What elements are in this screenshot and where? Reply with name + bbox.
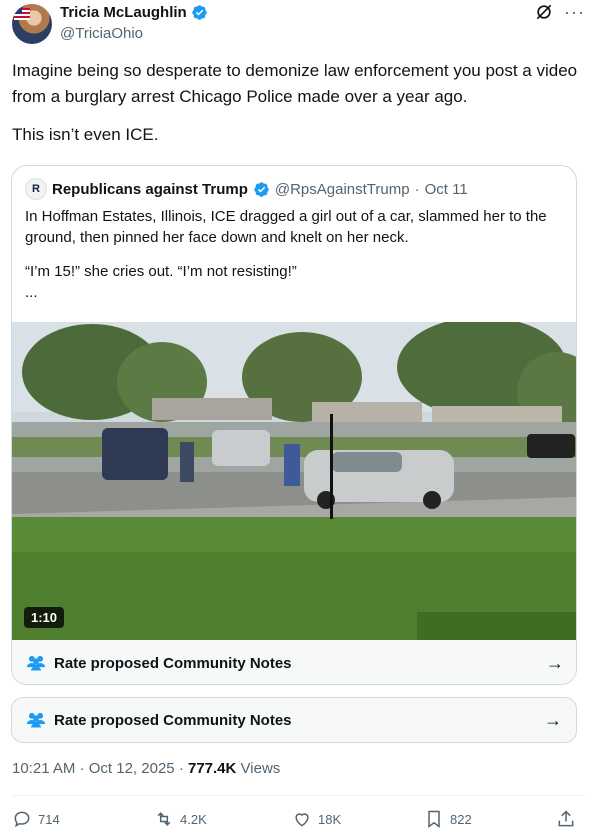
people-icon: [26, 655, 46, 671]
author-handle[interactable]: @TriciaOhio: [60, 25, 143, 42]
bookmark-button[interactable]: 822: [424, 809, 556, 829]
views-count: 777.4K: [187, 760, 237, 777]
quote-more: ...: [25, 284, 38, 301]
timestamp-separator: ·: [178, 760, 184, 777]
flag-icon: [14, 8, 30, 20]
author-name[interactable]: Tricia McLaughlin: [60, 4, 187, 21]
tweet-time[interactable]: 10:21 AM: [12, 760, 75, 777]
reply-button[interactable]: 714: [12, 809, 154, 829]
bookmark-count: 822: [450, 811, 472, 827]
repost-count: 4.2K: [180, 811, 207, 827]
author-name-row: Tricia McLaughlin: [60, 4, 208, 21]
community-notes-label: Rate proposed Community Notes: [54, 711, 292, 729]
community-notes-button[interactable]: Rate proposed Community Notes →: [11, 697, 577, 743]
arrow-right-icon: →: [546, 652, 564, 673]
like-icon: [295, 813, 309, 827]
tweet-paragraph: Imagine being so desperate to demonize l…: [12, 61, 578, 106]
quote-header: R Republicans against Trump @RpsAgainstT…: [25, 178, 468, 200]
verified-badge-icon: [254, 181, 269, 197]
quote-community-notes-label: Rate proposed Community Notes: [54, 654, 292, 672]
views-label: Views: [240, 760, 281, 777]
bookmark-icon: [428, 810, 440, 828]
quoted-tweet[interactable]: R Republicans against Trump @RpsAgainstT…: [11, 165, 577, 685]
tweet-text: Imagine being so desperate to demonize l…: [12, 58, 582, 148]
tweet-paragraph: This isn’t even ICE.: [12, 125, 159, 144]
repost-icon: [157, 812, 171, 826]
avatar[interactable]: [12, 4, 52, 44]
reply-icon: [14, 811, 30, 828]
quote-date: Oct 11: [424, 180, 468, 198]
repost-button[interactable]: 4.2K: [154, 809, 292, 829]
like-count: 18K: [318, 811, 342, 827]
timestamp-separator: ·: [79, 760, 85, 777]
share-icon: [558, 810, 574, 827]
video-player[interactable]: 1:10: [12, 322, 576, 640]
video-duration: 1:10: [24, 607, 65, 628]
more-icon[interactable]: ···: [564, 2, 585, 22]
quote-author-handle: @RpsAgainstTrump: [274, 180, 410, 198]
tweet-header: Tricia McLaughlin @TriciaOhio ···: [12, 2, 585, 46]
video-frame: [12, 322, 576, 640]
reply-count: 714: [38, 811, 60, 827]
quote-community-notes-button[interactable]: Rate proposed Community Notes →: [12, 640, 576, 684]
quote-text: In Hoffman Estates, Illinois, ICE dragge…: [25, 206, 565, 303]
like-button[interactable]: 18K: [292, 809, 424, 829]
quote-author-name: Republicans against Trump: [52, 180, 248, 198]
tweet-date[interactable]: Oct 12, 2025: [89, 760, 175, 777]
arrow-right-icon: →: [544, 709, 562, 730]
action-bar: 714 4.2K 18K 822: [12, 806, 585, 832]
header-icons: ···: [534, 2, 585, 22]
quote-paragraph: In Hoffman Estates, Illinois, ICE dragge…: [25, 208, 547, 246]
share-button[interactable]: [556, 809, 576, 829]
people-icon: [26, 712, 46, 728]
quote-avatar: R: [25, 178, 47, 200]
quote-paragraph: “I’m 15!” she cries out. “I’m not resist…: [25, 263, 297, 280]
divider: [12, 795, 585, 796]
quote-separator: ·: [414, 180, 420, 198]
tweet-timestamp: 10:21 AM · Oct 12, 2025 · 777.4K Views: [12, 760, 280, 777]
grok-icon[interactable]: [534, 2, 554, 22]
verified-badge-icon: [191, 5, 207, 20]
